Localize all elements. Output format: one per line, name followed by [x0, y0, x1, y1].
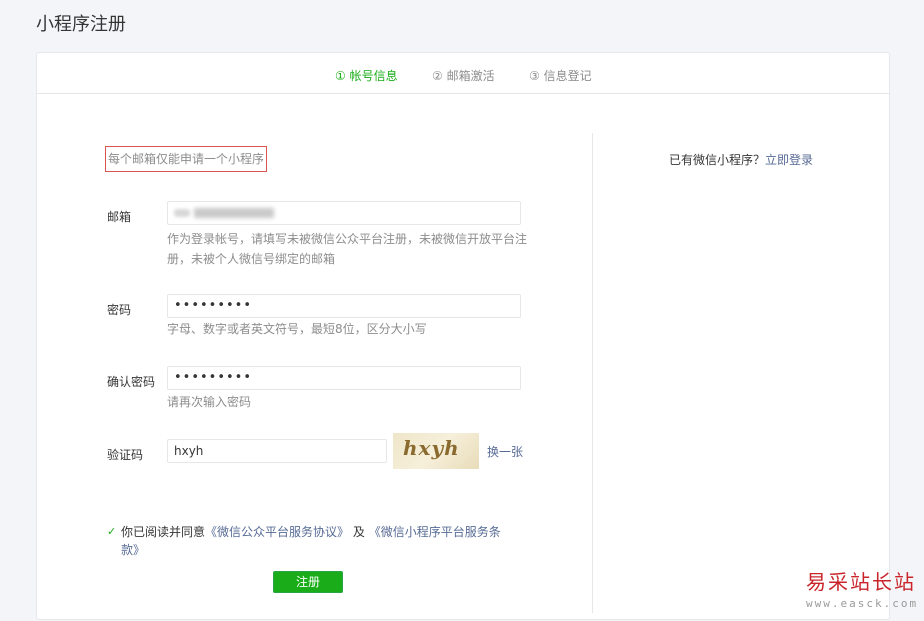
confirm-password-hint: 请再次输入密码 — [167, 395, 252, 409]
register-card: ① 帐号信息 ② 邮箱激活 ③ 信息登记 每个邮箱仅能申请一个小程序 邮箱 作为… — [36, 52, 890, 620]
email-redacted-value — [194, 208, 274, 218]
email-redacted-mark — [174, 209, 190, 217]
watermark-url: www.easck.com — [806, 597, 919, 610]
register-button[interactable]: 注册 — [273, 571, 343, 593]
password-label: 密码 — [107, 303, 132, 317]
email-label: 邮箱 — [107, 210, 132, 224]
step-info-registration: ③ 信息登记 — [529, 69, 592, 83]
captcha-label: 验证码 — [107, 448, 144, 462]
watermark: 易采站长站 www.easck.com — [806, 566, 924, 610]
watermark-logo-text: 易采站长站 — [806, 570, 916, 594]
existing-account-question: 已有微信小程序？ — [669, 153, 766, 167]
vertical-divider — [592, 133, 593, 613]
confirm-password-input[interactable]: ••••••••• — [167, 366, 521, 390]
notice-box: 每个邮箱仅能申请一个小程序 — [105, 146, 268, 172]
agreement-checkbox[interactable]: ✓ — [107, 523, 116, 541]
step-account-info: ① 帐号信息 — [335, 69, 398, 83]
email-hint: 作为登录帐号，请填写未被微信公众平台注册，未被微信开放平台注册，未被个人微信号绑… — [167, 232, 528, 266]
agreement: ✓ 你已阅读并同意《微信公众平台服务协议》 及 《微信小程序平台服务条款》 — [107, 523, 507, 559]
captcha-input[interactable]: hxyh — [167, 439, 387, 463]
captcha-image[interactable]: hxyh — [393, 433, 479, 469]
step-indicator: ① 帐号信息 ② 邮箱激活 ③ 信息登记 — [37, 53, 889, 94]
existing-account-prompt: 已有微信小程序？立即登录 — [669, 151, 813, 168]
password-input[interactable]: ••••••••• — [167, 294, 521, 318]
step-email-activation: ② 邮箱激活 — [432, 69, 495, 83]
agreement-and: 及 — [352, 525, 365, 539]
agreement-text: 你已阅读并同意《微信公众平台服务协议》 及 《微信小程序平台服务条款》 — [107, 523, 507, 559]
password-hint: 字母、数字或者英文符号，最短8位，区分大小写 — [167, 322, 427, 336]
confirm-password-label: 确认密码 — [107, 375, 156, 389]
login-link[interactable]: 立即登录 — [765, 153, 813, 167]
agreement-prefix: 你已阅读并同意 — [121, 525, 206, 539]
captcha-image-text: hxyh — [403, 436, 460, 460]
platform-agreement-link[interactable]: 《微信公众平台服务协议》 — [205, 525, 349, 539]
refresh-captcha-link[interactable]: 换一张 — [487, 443, 523, 460]
email-input[interactable] — [167, 201, 521, 225]
page-title: 小程序注册 — [36, 14, 126, 35]
